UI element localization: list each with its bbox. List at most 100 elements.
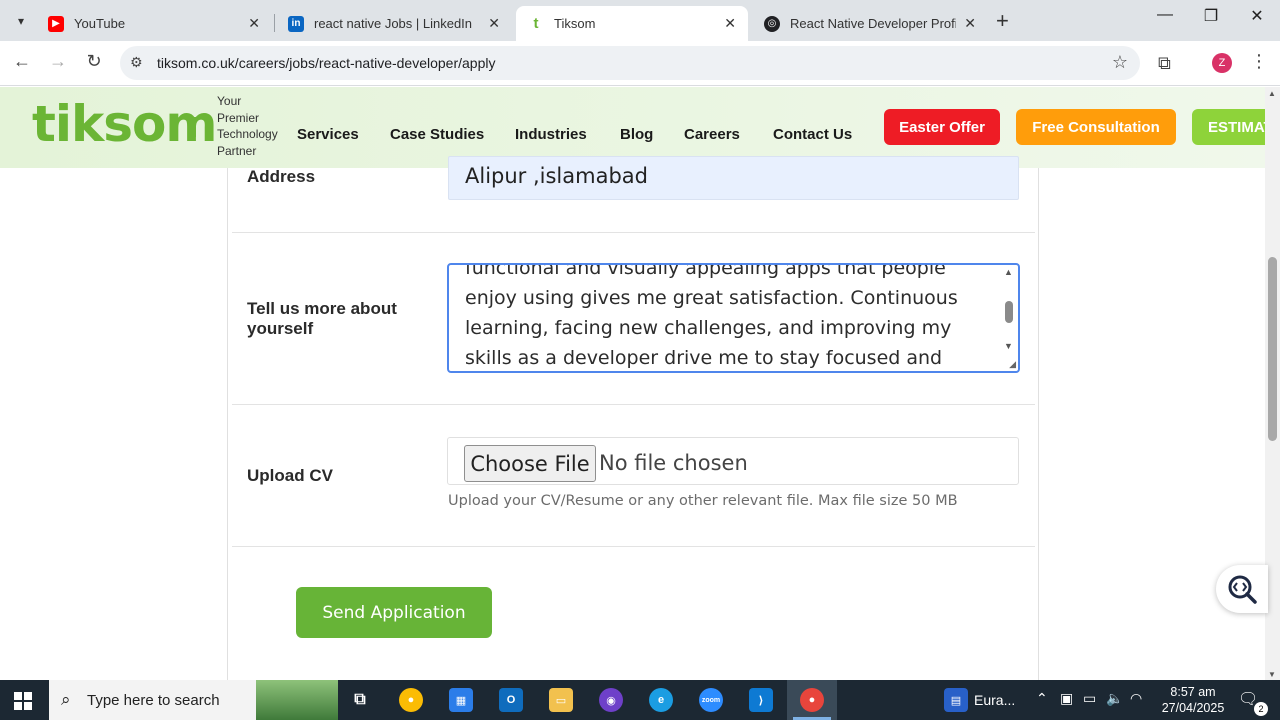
address-input[interactable]: Alipur ,islamabad: [448, 156, 1019, 200]
windows-start-icon[interactable]: [14, 692, 32, 710]
window-close-icon[interactable]: ✕: [1234, 6, 1280, 26]
tab-react-native-profile[interactable]: ◎ React Native Developer Profile ✕: [752, 6, 988, 41]
close-icon[interactable]: ✕: [488, 15, 500, 32]
tagline-line: Technology: [217, 127, 278, 141]
clock[interactable]: 8:57 am 27/04/2025: [1150, 684, 1236, 716]
send-application-button[interactable]: Send Application: [296, 587, 492, 638]
tiksom-logo[interactable]: tiksom: [32, 95, 218, 153]
scroll-up-icon[interactable]: ▲: [1004, 267, 1013, 277]
profile-avatar[interactable]: Z: [1212, 53, 1232, 73]
reload-icon[interactable]: ↻: [82, 51, 106, 72]
browser-menu-icon[interactable]: ⋮: [1250, 51, 1268, 72]
github-desktop-icon[interactable]: ◉: [599, 688, 623, 712]
edge-icon[interactable]: e: [649, 688, 673, 712]
about-text-line: functional and visually appealing apps t…: [465, 263, 946, 279]
about-text[interactable]: functional and visually appealing apps t…: [465, 263, 995, 371]
forward-icon[interactable]: →: [46, 51, 70, 72]
nav-services[interactable]: Services: [297, 126, 359, 143]
new-tab-icon[interactable]: +: [996, 8, 1009, 34]
floating-search-widget[interactable]: [1216, 565, 1268, 613]
file-explorer-icon[interactable]: ▭: [549, 688, 573, 712]
textarea-scrollbar[interactable]: ▲ ▼: [1002, 267, 1016, 369]
notification-count: 2: [1254, 702, 1268, 716]
cv-file-input[interactable]: Choose File No file chosen: [447, 437, 1019, 485]
youtube-icon: ▶: [48, 15, 64, 32]
volume-icon[interactable]: 🔈: [1106, 690, 1123, 707]
weather-news-icon[interactable]: ▤: [944, 688, 968, 712]
scrollbar-thumb[interactable]: [1268, 257, 1277, 441]
taskbar-search[interactable]: ⌕ Type here to search: [49, 680, 338, 720]
chrome-icon[interactable]: ●: [399, 688, 423, 712]
form-divider: [232, 232, 1035, 233]
about-label-line: Tell us more about: [247, 299, 397, 318]
scroll-down-icon[interactable]: ▼: [1004, 341, 1013, 351]
scroll-down-icon[interactable]: ▼: [1268, 670, 1276, 679]
clock-date: 27/04/2025: [1161, 701, 1225, 715]
minimize-icon[interactable]: —: [1142, 6, 1188, 24]
tab-search-menu-icon[interactable]: ▾: [8, 8, 34, 34]
meet-now-icon[interactable]: ▣: [1060, 690, 1073, 707]
nav-blog[interactable]: Blog: [620, 126, 653, 143]
tagline-line: Your: [217, 94, 242, 108]
nav-contact-us[interactable]: Contact Us: [773, 126, 852, 143]
browser-tab-strip: ▾ ▶ YouTube ✕ in react native Jobs | Lin…: [0, 0, 1280, 41]
nav-case-studies[interactable]: Case Studies: [390, 126, 484, 143]
wifi-icon[interactable]: ◠: [1130, 690, 1142, 707]
resize-handle-icon[interactable]: ◢: [1009, 359, 1016, 370]
upload-cv-label: Upload CV: [247, 466, 333, 485]
site-info-icon[interactable]: ⚙: [130, 54, 143, 71]
estimate-button[interactable]: ESTIMATE: [1192, 109, 1265, 145]
code-search-icon: [1228, 575, 1257, 604]
file-status: No file chosen: [599, 451, 748, 475]
nav-industries[interactable]: Industries: [515, 126, 587, 143]
about-text-line: skills as a developer drive me to stay f…: [465, 347, 943, 369]
weather-text[interactable]: Eura...: [974, 692, 1015, 708]
scroll-up-icon[interactable]: ▲: [1268, 89, 1276, 98]
tab-divider: [274, 14, 275, 32]
openai-icon: ◎: [764, 15, 780, 32]
store-icon[interactable]: ▦: [449, 688, 473, 712]
linkedin-icon: in: [288, 15, 304, 32]
outlook-icon[interactable]: O: [499, 688, 523, 712]
restore-icon[interactable]: ❐: [1188, 6, 1234, 26]
windows-taskbar: ⌕ Type here to search ⧉ ● ▦ O ▭ ◉ e zoom…: [0, 680, 1280, 720]
tagline: Your Premier Technology Partner: [217, 93, 297, 159]
address-bar[interactable]: ⚙ tiksom.co.uk/careers/jobs/react-native…: [120, 46, 1140, 80]
easter-offer-button[interactable]: Easter Offer: [884, 109, 1000, 145]
form-divider: [232, 404, 1035, 405]
tab-title: Tiksom: [554, 16, 596, 31]
tagline-line: Partner: [217, 143, 257, 158]
task-view-icon[interactable]: ⧉: [348, 688, 372, 712]
application-form: Address Alipur ,islamabad Tell us more a…: [227, 156, 1039, 688]
vscode-icon[interactable]: ⟩: [749, 688, 773, 712]
extensions-icon[interactable]: ⧉: [1158, 53, 1171, 74]
browser-toolbar: ← → ↻ ⚙ tiksom.co.uk/careers/jobs/react-…: [0, 41, 1280, 86]
close-icon[interactable]: ✕: [248, 15, 260, 32]
chevron-up-icon[interactable]: ⌃: [1036, 690, 1048, 707]
close-icon[interactable]: ✕: [724, 15, 736, 32]
tab-tiksom[interactable]: t Tiksom ✕: [516, 6, 748, 41]
free-consultation-button[interactable]: Free Consultation: [1016, 109, 1176, 145]
tab-linkedin[interactable]: in react native Jobs | LinkedIn ✕: [276, 6, 512, 41]
logo-divider: [194, 117, 196, 137]
search-placeholder: Type here to search: [87, 692, 220, 709]
bookmark-star-icon[interactable]: ☆: [1112, 52, 1128, 73]
url-text[interactable]: tiksom.co.uk/careers/jobs/react-native-d…: [157, 55, 496, 71]
nav-careers[interactable]: Careers: [684, 126, 740, 143]
choose-file-button[interactable]: Choose File: [464, 445, 596, 482]
chrome-active-icon[interactable]: ●: [800, 688, 824, 712]
upload-hint: Upload your CV/Resume or any other relev…: [448, 493, 958, 509]
about-label-line: yourself: [247, 319, 314, 338]
battery-icon[interactable]: ▭: [1083, 690, 1096, 707]
form-divider: [232, 546, 1035, 547]
tab-title: React Native Developer Profile: [790, 16, 957, 31]
about-text-line: enjoy using gives me great satisfaction.…: [465, 287, 958, 309]
tab-youtube[interactable]: ▶ YouTube ✕: [36, 6, 272, 41]
back-icon[interactable]: ←: [10, 51, 34, 72]
clock-time: 8:57 am: [1170, 685, 1216, 699]
textarea-scroll-thumb[interactable]: [1005, 301, 1013, 323]
close-icon[interactable]: ✕: [964, 15, 976, 32]
zoom-icon[interactable]: zoom: [699, 688, 723, 712]
tab-title: react native Jobs | LinkedIn: [314, 16, 473, 31]
about-textarea[interactable]: functional and visually appealing apps t…: [447, 263, 1020, 373]
